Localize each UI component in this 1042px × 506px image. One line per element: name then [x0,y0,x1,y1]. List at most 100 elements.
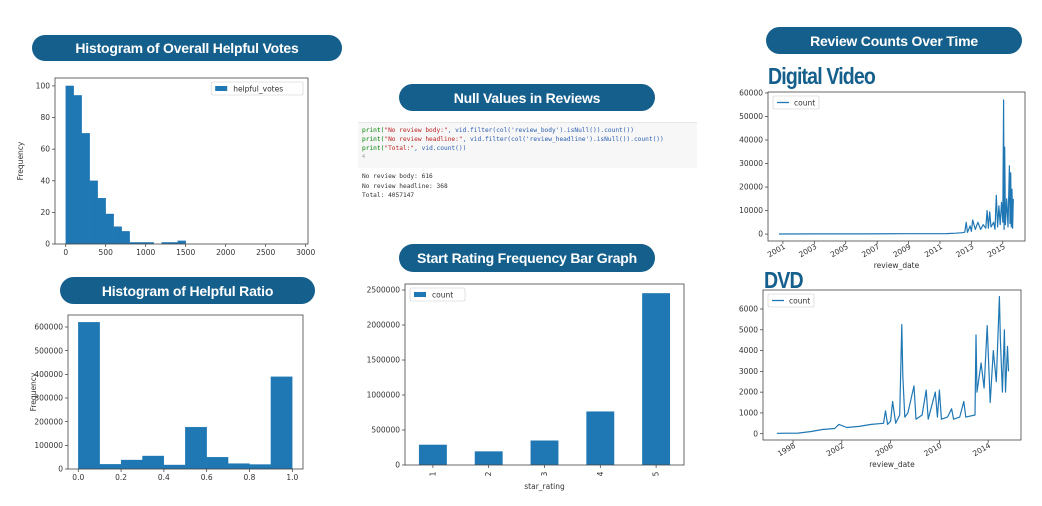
y-tick-label: 3000 [739,367,758,376]
y-axis-label: Frequency [29,372,38,411]
x-tick-label: 1.0 [286,473,298,482]
y-tick-label: 500000 [371,426,400,435]
histogram-bar [120,459,143,470]
legend-label: helpful_votes [233,84,283,93]
histogram-bar [142,455,165,470]
x-tick-label: 2010 [922,441,943,458]
y-axis-label: Frequency [16,141,25,180]
x-tick-label: 0.2 [115,473,127,482]
x-tick-label: 2015 [986,242,1007,259]
charts-canvas: 020406080100Frequency0 500 1000 1500 2000 250… [16,77,1026,491]
histogram-bar [121,231,130,245]
bar-3 [530,440,559,465]
histogram-bar [270,376,293,470]
histogram-bar [65,85,74,245]
y-tick-label: 60 [40,145,50,154]
y-tick-label: 80 [40,113,50,122]
y-tick-label: 0 [753,429,758,438]
x-tick-label: 0.8 [244,473,256,482]
x-tick-label: 2 [484,471,493,476]
histogram-bar [73,95,82,245]
histogram-bar [177,240,186,245]
x-tick-label: 2011 [923,242,944,259]
legend-swatch [414,292,426,297]
y-tick-label: 300000 [34,394,63,403]
y-tick-label: 6000 [739,305,758,314]
histogram-bar [97,198,106,245]
histogram-bar [81,133,90,245]
y-tick-label: 1500000 [367,356,401,365]
legend-label: count [432,290,453,299]
histogram-bar [113,226,122,245]
y-tick-label: 400000 [34,370,63,379]
x-tick-label: 2014 [971,441,992,458]
bar-1 [418,444,447,465]
histogram-bar [206,457,229,470]
histogram-bar [163,464,186,470]
y-tick-label: 200000 [34,417,63,426]
y-tick-label: 0 [395,461,400,470]
y-tick-label: 100000 [34,441,63,450]
x-tick-label: 3000 [296,248,315,257]
x-axis-label: star_rating [524,482,565,491]
histogram-bar [89,180,98,245]
x-tick-label: 2000 [216,248,235,257]
histogram-bar [78,322,100,470]
x-tick-label: 5 [652,471,661,476]
y-tick-label: 1000000 [367,391,401,400]
x-tick-label: 1500 [176,248,195,257]
y-tick-label: 20 [40,208,50,217]
y-tick-label: 0 [45,240,50,249]
y-tick-label: 40000 [739,136,763,145]
y-tick-label: 30000 [739,159,763,168]
x-tick-label: 0.6 [201,473,213,482]
bar-5 [642,293,671,465]
x-tick-label: 0.0 [72,473,84,482]
x-tick-label: 0.4 [158,473,170,482]
x-tick-label: 1000 [136,248,155,257]
y-tick-label: 0 [58,465,63,474]
y-tick-label: 2000 [739,388,758,397]
x-tick-label: 2006 [874,441,895,458]
histogram-bar [227,463,250,470]
y-tick-label: 40 [40,176,50,185]
y-tick-label: 10000 [739,206,763,215]
histogram-bar [249,464,272,470]
y-tick-label: 20000 [739,183,763,192]
x-tick-label: 2002 [825,441,846,458]
x-tick-label: 500 [99,248,114,257]
y-tick-label: 60000 [739,89,763,98]
histogram-bar [99,464,122,470]
bar-2 [474,451,503,465]
x-tick-label: 2005 [829,242,850,259]
x-tick-label: 2500 [256,248,275,257]
y-tick-label: 2500000 [367,286,401,295]
y-tick-label: 5000 [739,325,758,334]
y-tick-label: 4000 [739,346,758,355]
series-line-count [776,295,1010,434]
legend-label: count [789,296,810,305]
bar-4 [586,411,615,465]
x-tick-label: 2003 [797,242,818,259]
x-tick-label: 2007 [860,242,881,259]
x-tick-label: 1998 [776,441,797,458]
legend-swatch [215,86,228,91]
y-tick-label: 600000 [34,323,63,332]
y-tick-label: 2000000 [367,321,401,330]
histogram-bar [185,426,207,470]
x-tick-label: 2009 [892,242,913,259]
x-axis-label: review_date [874,261,920,270]
y-tick-label: 50000 [739,112,763,121]
y-tick-label: 1000 [739,409,758,418]
x-tick-label: 2013 [954,242,975,259]
histogram-bar [105,213,114,245]
x-tick-label: 4 [596,471,605,476]
x-axis-label: review_date [869,460,915,469]
series-line-count [778,99,1014,235]
y-tick-label: 100 [36,82,51,91]
x-tick-label: 2001 [766,242,787,259]
y-tick-label: 500000 [34,346,63,355]
y-tick-label: 0 [758,230,763,239]
x-tick-label: 1 [428,471,437,476]
legend-label: count [794,98,815,107]
